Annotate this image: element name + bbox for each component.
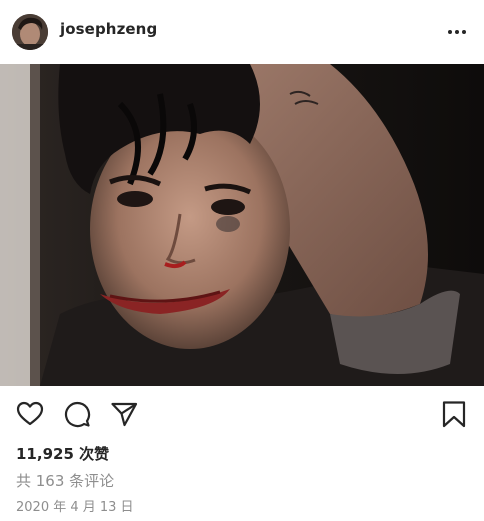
instagram-post: josephzeng 11,925 次赞 共 163 条评论 2020 年 4 … bbox=[0, 0, 484, 521]
more-options-button[interactable] bbox=[440, 22, 474, 42]
post-date: 2020 年 4 月 13 日 bbox=[16, 500, 134, 515]
comment-icon bbox=[64, 401, 91, 428]
username[interactable]: josephzeng bbox=[60, 20, 157, 38]
comment-button[interactable] bbox=[63, 400, 91, 428]
view-comments-link[interactable]: 共 163 条评论 bbox=[16, 470, 114, 491]
avatar-portrait bbox=[12, 14, 48, 50]
save-button[interactable] bbox=[440, 400, 468, 428]
action-bar bbox=[0, 386, 484, 442]
more-horizontal-icon-dot bbox=[455, 30, 459, 34]
share-button[interactable] bbox=[110, 400, 138, 428]
post-photo-image bbox=[0, 64, 484, 386]
heart-icon bbox=[16, 401, 44, 426]
likes-count[interactable]: 11,925 次赞 bbox=[16, 443, 109, 464]
more-horizontal-icon-dot bbox=[462, 30, 466, 34]
like-button[interactable] bbox=[16, 400, 44, 428]
post-header: josephzeng bbox=[0, 0, 484, 64]
bookmark-icon bbox=[442, 401, 466, 428]
avatar[interactable] bbox=[12, 14, 48, 50]
more-horizontal-icon bbox=[448, 30, 452, 34]
post-photo[interactable] bbox=[0, 64, 484, 386]
paper-plane-icon bbox=[111, 402, 138, 427]
